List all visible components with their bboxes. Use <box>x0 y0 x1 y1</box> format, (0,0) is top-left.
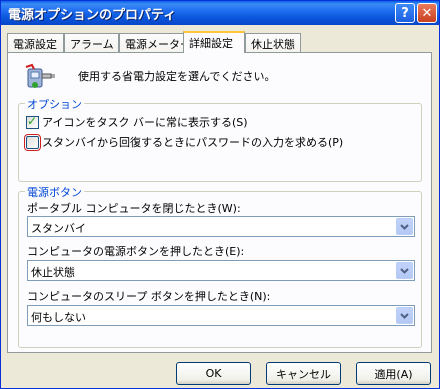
ok-button[interactable]: OK <box>176 362 251 385</box>
prompt-password-checkbox[interactable] <box>24 133 41 151</box>
tab-hibernate[interactable]: 休止状態 <box>245 33 301 52</box>
prompt-password-label: スタンバイから回復するときにパスワードの入力を求める(P) <box>42 136 344 149</box>
tab-alarms[interactable]: アラーム <box>64 33 119 52</box>
ok-button-label: OK <box>205 367 222 380</box>
tab-label: 電源メーター <box>125 38 191 51</box>
tab-label: 電源設定 <box>13 38 57 51</box>
power-button-label: コンピュータの電源ボタンを押したとき(E): <box>27 245 245 258</box>
check-mark-icon: ✓ <box>27 113 38 128</box>
dropdown-arrow-icon[interactable] <box>396 307 413 324</box>
tab-label: 休止状態 <box>251 38 295 51</box>
show-icon-label: アイコンをタスク バーに常に表示する(S) <box>42 116 248 129</box>
options-group-label: オプション <box>25 96 84 112</box>
power-meter-icon <box>25 63 55 88</box>
tab-advanced[interactable]: 詳細設定 <box>183 31 245 53</box>
apply-button-label: 適用(A) <box>374 367 413 381</box>
power-button-select[interactable]: 休止状態 <box>27 260 415 281</box>
tab-label: 詳細設定 <box>189 37 233 50</box>
sleep-button-value: 何もしない <box>31 311 86 324</box>
cancel-button[interactable]: キャンセル <box>266 362 341 385</box>
close-button[interactable]: ✕ <box>417 3 437 23</box>
window-title: 電源オプションのプロパティ <box>8 7 177 23</box>
power-options-dialog: 電源オプションのプロパティ ? ✕ 電源設定 アラーム 電源メーター 詳細設定 … <box>0 0 440 389</box>
cancel-button-label: キャンセル <box>276 367 331 381</box>
chevron-down-icon <box>400 223 409 230</box>
header-text: 使用する省電力設定を選んでください。 <box>78 70 276 83</box>
power-buttons-group-label: 電源ボタン <box>25 184 84 200</box>
advanced-tab-panel: 使用する省電力設定を選んでください。 オプション ✓ アイコンをタスク バーに常… <box>7 52 432 353</box>
tab-label: アラーム <box>70 38 114 51</box>
tab-power-meter[interactable]: 電源メーター <box>119 33 191 52</box>
show-icon-checkbox[interactable]: ✓ <box>26 113 39 129</box>
chevron-down-icon <box>400 267 409 274</box>
apply-button[interactable]: 適用(A) <box>356 362 431 385</box>
title-bar[interactable]: 電源オプションのプロパティ ? ✕ <box>1 1 439 25</box>
show-icon-option[interactable]: ✓ アイコンをタスク バーに常に表示する(S) <box>26 114 248 130</box>
sleep-button-label: コンピュータのスリープ ボタンを押したとき(N): <box>27 290 271 303</box>
lid-close-select[interactable]: スタンバイ <box>27 216 415 237</box>
power-buttons-group: 電源ボタン ポータブル コンピュータを閉じたとき(W): スタンバイ コンピュー… <box>18 184 422 348</box>
chevron-down-icon <box>400 312 409 319</box>
help-button[interactable]: ? <box>395 3 415 23</box>
dropdown-arrow-icon[interactable] <box>396 262 413 279</box>
sleep-button-select[interactable]: 何もしない <box>27 305 415 326</box>
prompt-password-option[interactable]: スタンバイから回復するときにパスワードの入力を求める(P) <box>24 133 344 151</box>
lid-close-label: ポータブル コンピュータを閉じたとき(W): <box>27 202 241 215</box>
options-group: オプション ✓ アイコンをタスク バーに常に表示する(S) スタンバイから回復す… <box>18 96 422 182</box>
tab-power-schemes[interactable]: 電源設定 <box>7 33 64 52</box>
lid-close-value: スタンバイ <box>31 222 86 235</box>
close-icon: ✕ <box>421 5 433 21</box>
help-icon: ? <box>401 5 409 21</box>
dropdown-arrow-icon[interactable] <box>396 218 413 235</box>
power-button-value: 休止状態 <box>31 266 75 279</box>
